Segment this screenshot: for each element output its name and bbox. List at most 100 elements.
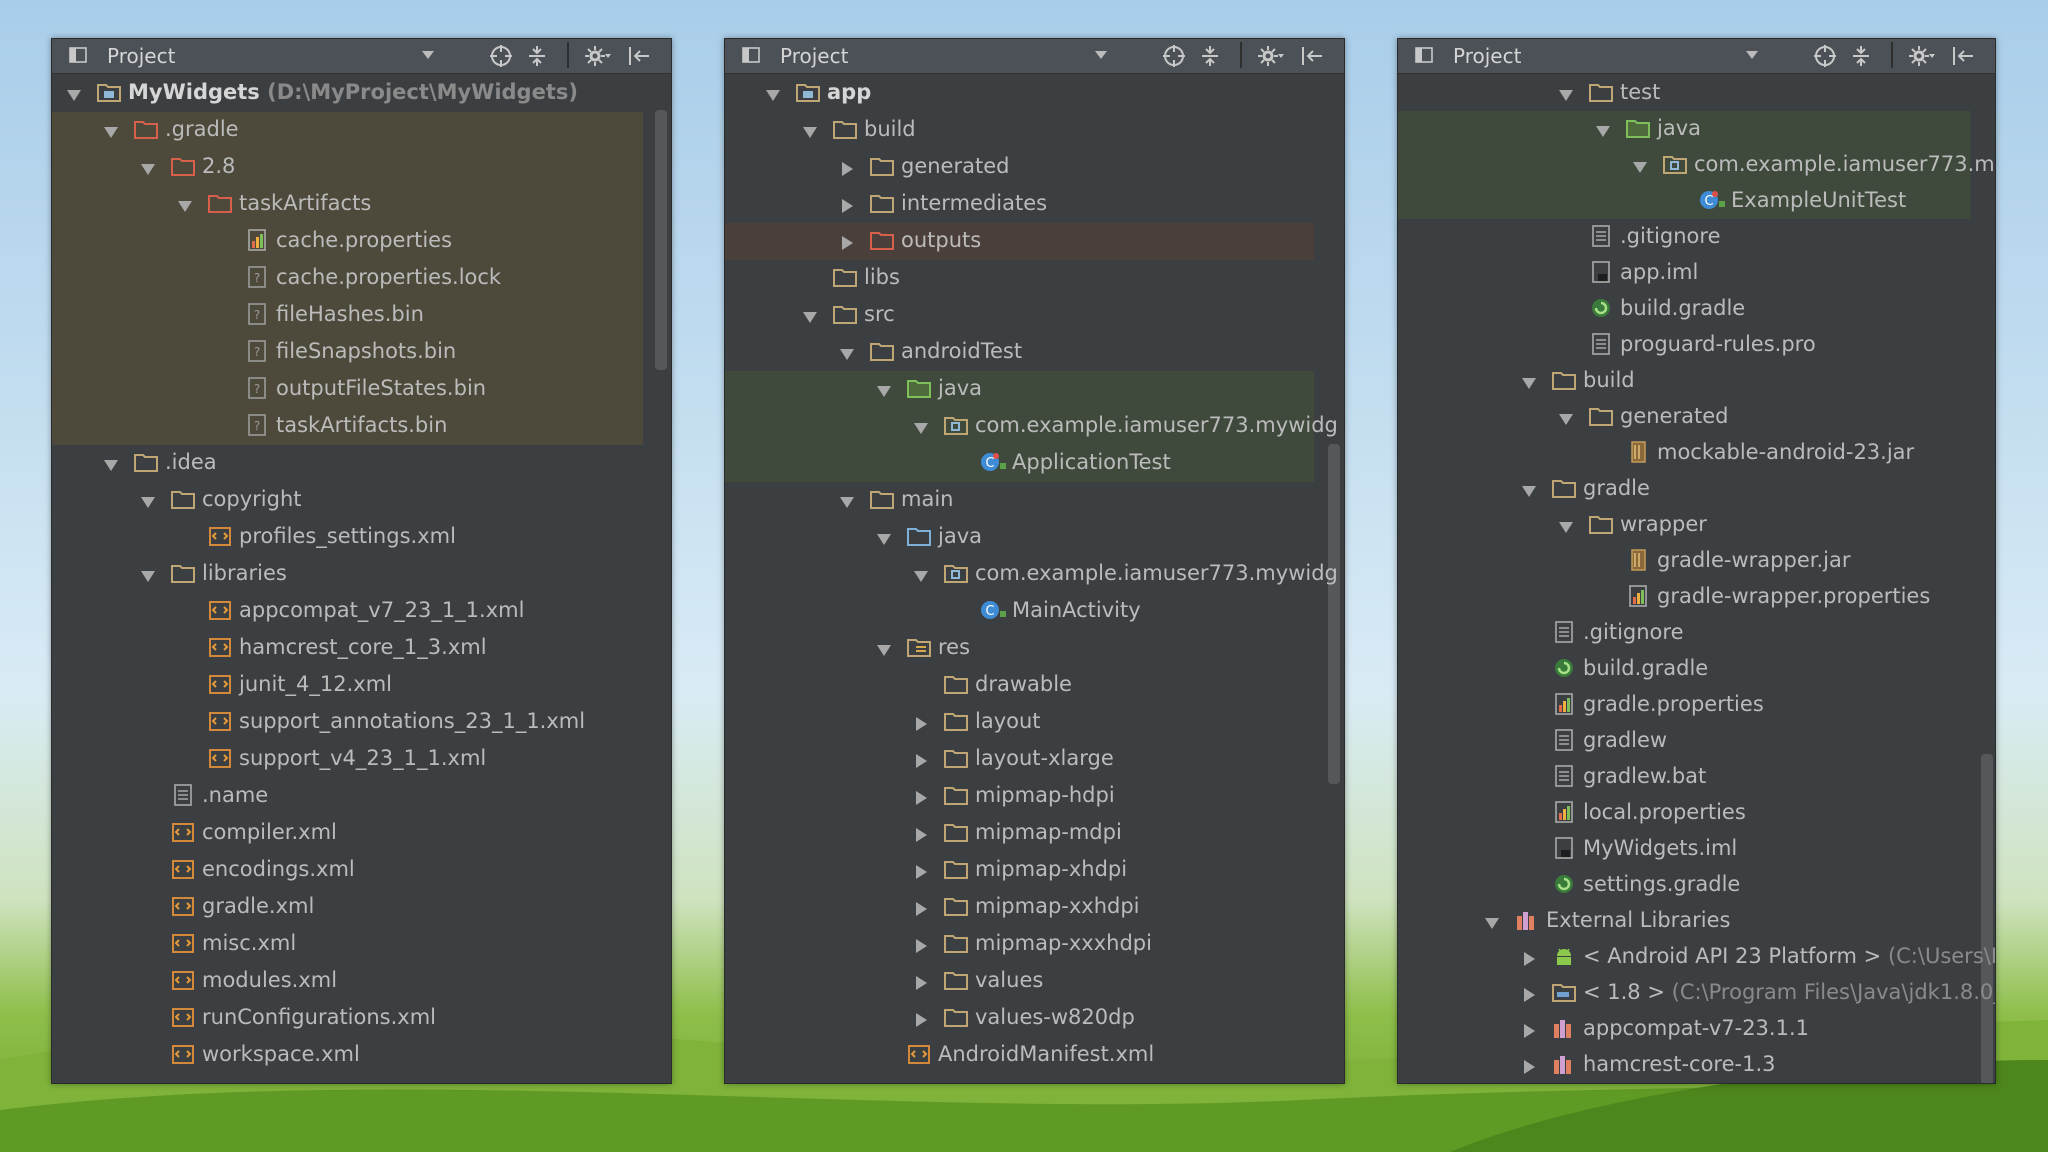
tree-node[interactable]: ? cache.properties.lock — [52, 259, 671, 296]
tree-node[interactable]: values-w820dp — [725, 999, 1344, 1036]
expanded-arrow-icon[interactable] — [103, 121, 119, 138]
tree-node[interactable]: settings.gradle — [1398, 866, 1995, 903]
view-selector-dropdown-icon[interactable] — [1745, 43, 1759, 69]
expanded-arrow-icon[interactable] — [177, 195, 193, 212]
tree-node[interactable]: hamcrest_core_1_3.xml — [52, 629, 671, 666]
collapsed-arrow-icon[interactable] — [839, 195, 855, 213]
tree-node[interactable]: gradle-wrapper.properties — [1398, 578, 1995, 615]
tree-node[interactable]: misc.xml — [52, 925, 671, 962]
panel-title[interactable]: Project — [780, 43, 848, 69]
view-selector-dropdown-icon[interactable] — [421, 43, 435, 69]
tree-node[interactable]: mipmap-xxhdpi — [725, 888, 1344, 925]
tree-node[interactable]: .gradle — [52, 111, 671, 148]
expanded-arrow-icon[interactable] — [103, 454, 119, 471]
tree-node[interactable]: proguard-rules.pro — [1398, 326, 1995, 363]
expanded-arrow-icon[interactable] — [1484, 912, 1500, 929]
tree-node[interactable]: < 1.8 > (C:\Program Files\Java\jdk1.8.0_… — [1398, 974, 1995, 1011]
tree-node[interactable]: compiler.xml — [52, 814, 671, 851]
collapsed-arrow-icon[interactable] — [913, 713, 929, 731]
hide-panel-icon[interactable] — [1298, 42, 1326, 70]
expanded-arrow-icon[interactable] — [876, 528, 892, 545]
hide-panel-icon[interactable] — [625, 42, 653, 70]
tree-node[interactable]: MyWidgets.iml — [1398, 830, 1995, 867]
tree-node[interactable]: java — [725, 370, 1344, 407]
tree-node[interactable]: gradle.xml — [52, 888, 671, 925]
expanded-arrow-icon[interactable] — [1632, 156, 1648, 173]
tree-node[interactable]: com.example.iamuser773.mywidg — [1398, 146, 1995, 183]
collapsed-arrow-icon[interactable] — [913, 750, 929, 768]
collapsed-arrow-icon[interactable] — [839, 232, 855, 250]
tree-node[interactable]: support_v4_23_1_1.xml — [52, 740, 671, 777]
collapsed-arrow-icon[interactable] — [1521, 1020, 1537, 1038]
tree-node[interactable]: .gitignore — [1398, 218, 1995, 255]
tree-node[interactable]: outputs — [725, 222, 1344, 259]
collapse-all-icon[interactable] — [523, 42, 551, 70]
view-selector-dropdown-icon[interactable] — [1094, 43, 1108, 69]
project-tree[interactable]: test java com.example.iamuser773.mywidg C Ex… — [1398, 74, 1995, 1083]
tree-node[interactable]: AndroidManifest.xml — [725, 1036, 1344, 1073]
collapsed-arrow-icon[interactable] — [913, 861, 929, 879]
tree-node[interactable]: build — [725, 111, 1344, 148]
tree-node[interactable]: support_annotations_23_1_1.xml — [52, 703, 671, 740]
tree-node[interactable]: com.example.iamuser773.mywidg — [725, 407, 1344, 444]
tree-node[interactable]: androidTest — [725, 333, 1344, 370]
settings-gear-icon[interactable] — [583, 42, 611, 70]
tree-node[interactable]: res — [725, 629, 1344, 666]
expanded-arrow-icon[interactable] — [1558, 516, 1574, 533]
tree-node[interactable]: runConfigurations.xml — [52, 999, 671, 1036]
scroll-from-source-icon[interactable] — [487, 42, 515, 70]
tree-node[interactable]: mipmap-hdpi — [725, 777, 1344, 814]
expanded-arrow-icon[interactable] — [802, 306, 818, 323]
tree-node[interactable]: local.properties — [1398, 794, 1995, 831]
tree-node[interactable]: generated — [725, 148, 1344, 185]
tree-node[interactable]: C ExampleUnitTest — [1398, 182, 1995, 219]
expanded-arrow-icon[interactable] — [876, 380, 892, 397]
collapsed-arrow-icon[interactable] — [913, 972, 929, 990]
expanded-arrow-icon[interactable] — [1558, 408, 1574, 425]
scroll-from-source-icon[interactable] — [1811, 42, 1839, 70]
expanded-arrow-icon[interactable] — [66, 84, 82, 101]
tree-node[interactable]: com.example.iamuser773.mywidg — [725, 555, 1344, 592]
tree-node[interactable]: test — [1398, 74, 1995, 111]
expanded-arrow-icon[interactable] — [839, 343, 855, 360]
collapsed-arrow-icon[interactable] — [913, 1009, 929, 1027]
collapsed-arrow-icon[interactable] — [1521, 1056, 1537, 1074]
tree-node[interactable]: mipmap-xxxhdpi — [725, 925, 1344, 962]
tree-node[interactable]: src — [725, 296, 1344, 333]
tree-node[interactable]: .gitignore — [1398, 614, 1995, 651]
expanded-arrow-icon[interactable] — [802, 121, 818, 138]
tree-node[interactable]: copyright — [52, 481, 671, 518]
tree-node[interactable]: app — [725, 74, 1344, 111]
expanded-arrow-icon[interactable] — [876, 639, 892, 656]
collapsed-arrow-icon[interactable] — [913, 935, 929, 953]
expanded-arrow-icon[interactable] — [839, 491, 855, 508]
tree-node[interactable]: gradlew.bat — [1398, 758, 1995, 795]
tree-node[interactable]: MyWidgets (D:\MyProject\MyWidgets) — [52, 74, 671, 111]
tree-node[interactable]: intermediates — [725, 185, 1344, 222]
tree-node[interactable]: junit_4_12.xml — [52, 666, 671, 703]
expanded-arrow-icon[interactable] — [140, 491, 156, 508]
tree-node[interactable]: 2.8 — [52, 148, 671, 185]
tree-node[interactable]: mockable-android-23.jar — [1398, 434, 1995, 471]
expanded-arrow-icon[interactable] — [913, 565, 929, 582]
tree-node[interactable]: modules.xml — [52, 962, 671, 999]
tree-node[interactable]: gradle-wrapper.jar — [1398, 542, 1995, 579]
tree-node[interactable]: profiles_settings.xml — [52, 518, 671, 555]
expanded-arrow-icon[interactable] — [1595, 120, 1611, 137]
hide-panel-icon[interactable] — [1949, 42, 1977, 70]
expanded-arrow-icon[interactable] — [1521, 480, 1537, 497]
tree-node[interactable]: gradle.properties — [1398, 686, 1995, 723]
tree-node[interactable]: hamcrest-core-1.3 — [1398, 1046, 1995, 1083]
collapsed-arrow-icon[interactable] — [913, 787, 929, 805]
tree-node[interactable]: ? fileHashes.bin — [52, 296, 671, 333]
tree-node[interactable]: workspace.xml — [52, 1036, 671, 1073]
tree-node[interactable]: build.gradle — [1398, 650, 1995, 687]
panel-title[interactable]: Project — [107, 43, 175, 69]
expanded-arrow-icon[interactable] — [140, 565, 156, 582]
collapsed-arrow-icon[interactable] — [913, 824, 929, 842]
tree-node[interactable]: appcompat_v7_23_1_1.xml — [52, 592, 671, 629]
tree-node[interactable]: libraries — [52, 555, 671, 592]
settings-gear-icon[interactable] — [1256, 42, 1284, 70]
tree-node[interactable]: main — [725, 481, 1344, 518]
tree-node[interactable]: app.iml — [1398, 254, 1995, 291]
